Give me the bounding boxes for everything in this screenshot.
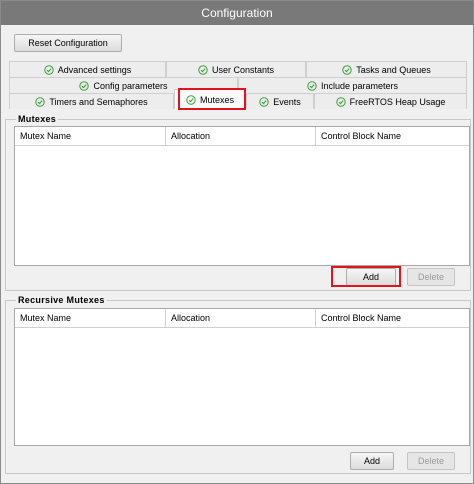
mutexes-delete-button[interactable]: Delete bbox=[407, 268, 455, 286]
recursive-mutexes-add-button[interactable]: Add bbox=[350, 452, 394, 470]
check-circle-icon bbox=[259, 96, 269, 107]
tab-label: Tasks and Queues bbox=[356, 64, 431, 75]
tab-include-parameters[interactable]: Include parameters bbox=[238, 77, 467, 93]
check-circle-icon bbox=[198, 64, 208, 75]
check-circle-icon bbox=[342, 64, 352, 75]
tab-tasks-and-queues[interactable]: Tasks and Queues bbox=[306, 61, 467, 77]
check-circle-icon bbox=[186, 94, 196, 105]
check-circle-icon bbox=[335, 96, 346, 107]
column-allocation[interactable]: Allocation bbox=[166, 127, 316, 145]
check-circle-icon bbox=[44, 64, 54, 75]
tab-label: Include parameters bbox=[320, 80, 399, 91]
mutexes-table[interactable]: Mutex Name Allocation Control Block Name bbox=[14, 126, 470, 266]
check-circle-icon bbox=[79, 80, 90, 91]
column-mutex-name[interactable]: Mutex Name bbox=[15, 127, 166, 145]
tab-user-constants[interactable]: User Constants bbox=[166, 61, 306, 77]
tab-advanced-settings[interactable]: Advanced settings bbox=[9, 61, 166, 77]
mutexes-title: Mutexes bbox=[16, 114, 59, 124]
column-control-block-name[interactable]: Control Block Name bbox=[316, 127, 469, 145]
check-circle-icon bbox=[307, 80, 317, 91]
check-circle-icon bbox=[35, 96, 46, 107]
reset-configuration-button[interactable]: Reset Configuration bbox=[14, 34, 122, 52]
tab-row-1: Advanced settings User Constants Tasks a… bbox=[9, 61, 467, 77]
tab-label: User Constants bbox=[211, 64, 275, 75]
tab-freertos-heap-usage[interactable]: FreeRTOS Heap Usage bbox=[314, 93, 467, 109]
window-title: Configuration bbox=[1, 1, 473, 25]
recursive-mutexes-table-header: Mutex Name Allocation Control Block Name bbox=[15, 309, 469, 328]
mutexes-table-header: Mutex Name Allocation Control Block Name bbox=[15, 127, 469, 146]
recursive-mutexes-delete-button[interactable]: Delete bbox=[407, 452, 455, 470]
tab-label: FreeRTOS Heap Usage bbox=[349, 96, 446, 107]
tab-label: Mutexes bbox=[199, 94, 234, 105]
tab-row-3: Timers and Semaphores Mutexes Events Fre… bbox=[9, 89, 467, 109]
tab-label: Events bbox=[273, 96, 301, 107]
column-control-block-name[interactable]: Control Block Name bbox=[316, 309, 469, 327]
tab-timers-and-semaphores[interactable]: Timers and Semaphores bbox=[9, 93, 174, 109]
mutexes-panel: Mutexes Mutex Name Allocation Control Bl… bbox=[5, 114, 471, 291]
tab-events[interactable]: Events bbox=[246, 93, 314, 109]
mutexes-add-button[interactable]: Add bbox=[346, 268, 396, 286]
recursive-mutexes-table[interactable]: Mutex Name Allocation Control Block Name bbox=[14, 308, 470, 446]
tab-label: Config parameters bbox=[93, 80, 168, 91]
column-allocation[interactable]: Allocation bbox=[166, 309, 316, 327]
recursive-mutexes-title: Recursive Mutexes bbox=[16, 295, 107, 305]
tab-mutexes[interactable]: Mutexes bbox=[174, 89, 246, 109]
configuration-window: Configuration Reset Configuration Advanc… bbox=[0, 0, 474, 484]
tab-label: Timers and Semaphores bbox=[49, 96, 148, 107]
tab-label: Advanced settings bbox=[57, 64, 132, 75]
recursive-mutexes-panel: Recursive Mutexes Mutex Name Allocation … bbox=[5, 295, 471, 474]
column-mutex-name[interactable]: Mutex Name bbox=[15, 309, 166, 327]
